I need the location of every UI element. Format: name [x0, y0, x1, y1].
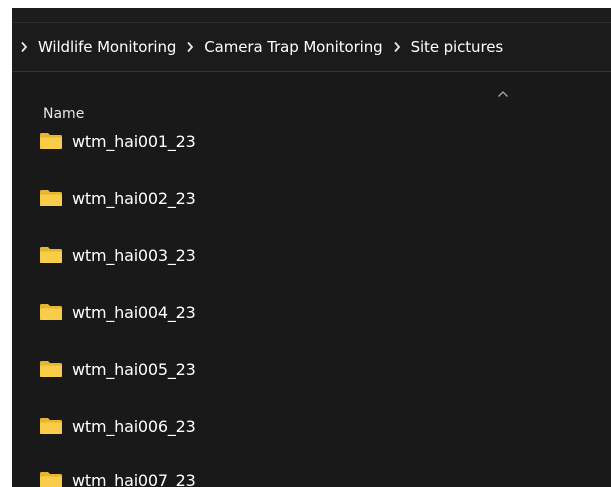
- list-item[interactable]: wtm_hai002_23: [32, 183, 592, 213]
- list-item[interactable]: wtm_hai007_23: [32, 465, 592, 487]
- folder-icon: [40, 133, 62, 149]
- folder-name: wtm_hai005_23: [72, 359, 196, 379]
- column-header-name[interactable]: Name: [43, 106, 84, 122]
- list-item[interactable]: wtm_hai003_23: [32, 240, 592, 270]
- list-item[interactable]: wtm_hai001_23: [32, 126, 592, 156]
- chevron-up-icon[interactable]: [497, 90, 509, 98]
- folder-icon: [40, 361, 62, 377]
- folder-icon: [40, 418, 62, 434]
- file-explorer-window: Wildlife Monitoring Camera Trap Monitori…: [12, 8, 611, 487]
- folder-name: wtm_hai001_23: [72, 131, 196, 151]
- folder-icon: [40, 247, 62, 263]
- window-top-edge: [12, 8, 611, 23]
- folder-name: wtm_hai002_23: [72, 188, 196, 208]
- folder-name: wtm_hai003_23: [72, 245, 196, 265]
- chevron-right-icon[interactable]: [12, 41, 36, 53]
- chevron-right-icon[interactable]: [178, 41, 202, 53]
- list-item[interactable]: wtm_hai004_23: [32, 297, 592, 327]
- breadcrumb-item-site-pictures[interactable]: Site pictures: [409, 38, 505, 56]
- folder-icon: [40, 472, 62, 487]
- folder-name: wtm_hai007_23: [72, 470, 196, 487]
- chevron-right-icon[interactable]: [385, 41, 409, 53]
- folder-name: wtm_hai006_23: [72, 416, 196, 436]
- breadcrumb-item-wildlife-monitoring[interactable]: Wildlife Monitoring: [36, 38, 178, 56]
- folder-icon: [40, 304, 62, 320]
- breadcrumb-item-camera-trap-monitoring[interactable]: Camera Trap Monitoring: [202, 38, 384, 56]
- folder-name: wtm_hai004_23: [72, 302, 196, 322]
- folder-icon: [40, 190, 62, 206]
- list-item[interactable]: wtm_hai005_23: [32, 354, 592, 384]
- file-list: Name wtm_hai001_23 wtm_hai002_23 wtm_hai…: [12, 72, 611, 487]
- list-item[interactable]: wtm_hai006_23: [32, 411, 592, 441]
- breadcrumb: Wildlife Monitoring Camera Trap Monitori…: [12, 23, 611, 72]
